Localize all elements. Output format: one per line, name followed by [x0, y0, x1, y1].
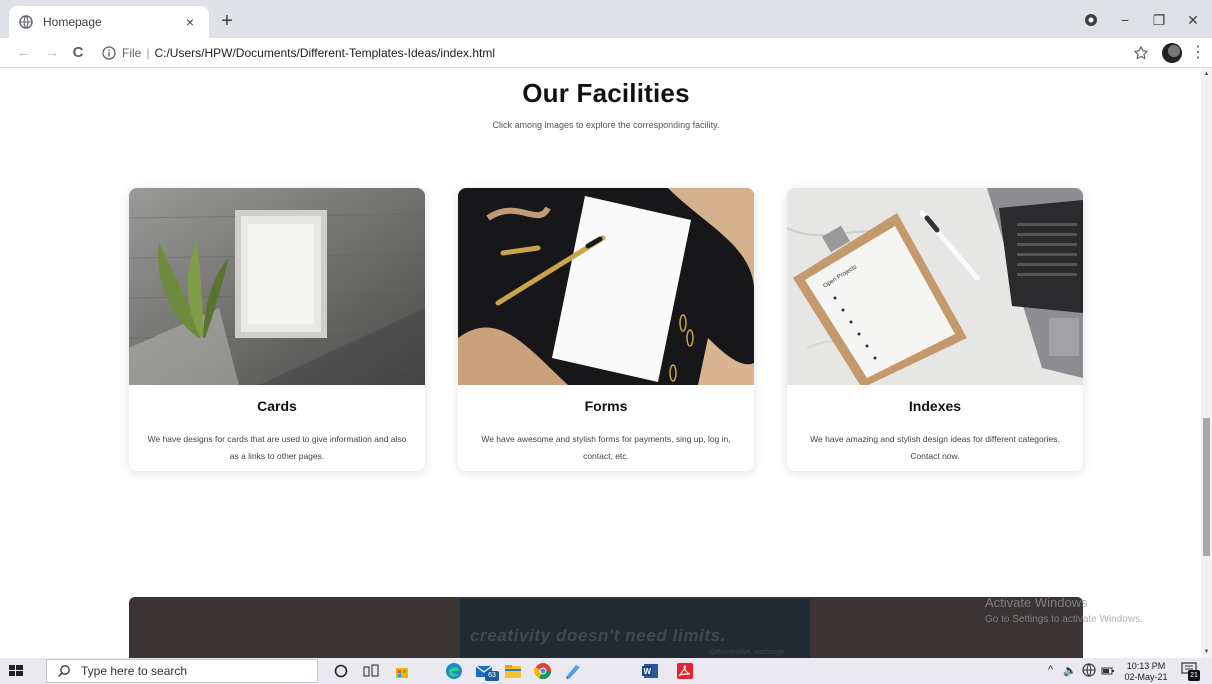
card-title: Forms: [584, 398, 628, 414]
minimize-button[interactable]: −: [1108, 8, 1142, 32]
mail-badge: 63: [485, 671, 499, 681]
chrome-icon[interactable]: [532, 660, 554, 682]
banner-quote: creativity doesn't need limits.: [470, 626, 726, 645]
maximize-button[interactable]: ❐: [1142, 8, 1176, 32]
page-title: Our Facilities: [522, 78, 690, 108]
scroll-down-icon[interactable]: ▼: [1201, 646, 1212, 658]
watermark-line1: Activate Windows: [985, 595, 1088, 610]
address-bar[interactable]: File | C:/Users/HPW/Documents/Different-…: [96, 41, 1156, 65]
paper-and-pen-image[interactable]: [458, 188, 754, 385]
page-viewport: Our Facilities Click among images to exp…: [0, 68, 1201, 658]
new-tab-button[interactable]: +: [216, 10, 238, 32]
address-scheme: File: [122, 46, 142, 60]
clock-date: 02-May-21: [1124, 672, 1168, 682]
clipboard-and-laptop-image[interactable]: Open Projects: [787, 188, 1083, 385]
word-icon[interactable]: W: [639, 660, 661, 682]
windows-taskbar: Type here to search 63 W ^ 🔈 10:13 PM 02…: [0, 658, 1212, 684]
reload-button[interactable]: C: [68, 43, 88, 63]
notification-count: 21: [1188, 670, 1200, 681]
store-icon[interactable]: [391, 660, 413, 682]
card-description: We have amazing and stylish design ideas…: [810, 434, 1060, 461]
browser-menu-button[interactable]: ⋮: [1190, 42, 1206, 64]
facility-card-indexes[interactable]: Open Projects Indexes We have amazing an…: [787, 188, 1083, 471]
task-view-icon[interactable]: [360, 660, 382, 682]
mail-icon[interactable]: 63: [473, 660, 499, 682]
browser-tab[interactable]: Homepage ×: [9, 6, 209, 38]
action-center-icon[interactable]: 21: [1181, 662, 1200, 681]
cortana-icon[interactable]: [330, 660, 352, 682]
page-scrollbar[interactable]: ▲ ▼: [1201, 68, 1212, 658]
info-icon[interactable]: [102, 46, 116, 60]
tray-chevron-icon[interactable]: ^: [1048, 664, 1053, 676]
search-placeholder: Type here to search: [81, 664, 188, 678]
card-title: Cards: [257, 398, 297, 414]
tab-close-icon[interactable]: ×: [181, 14, 199, 30]
network-icon[interactable]: [1082, 663, 1096, 680]
card-description: We have designs for cards that are used …: [147, 434, 407, 461]
windows-start-icon[interactable]: [6, 661, 26, 681]
facility-card-forms[interactable]: Forms We have awesome and stylish forms …: [458, 188, 754, 471]
globe-icon: [19, 15, 33, 29]
system-clock[interactable]: 10:13 PM 02-May-21: [1120, 661, 1172, 683]
forward-button[interactable]: →: [42, 43, 62, 63]
acrobat-icon[interactable]: [674, 660, 696, 682]
file-explorer-icon[interactable]: [502, 660, 524, 682]
edge-icon[interactable]: [443, 660, 465, 682]
page-subtitle: Click among images to explore the corres…: [492, 120, 720, 130]
clock-time: 10:13 PM: [1126, 661, 1166, 671]
battery-icon[interactable]: [1101, 665, 1115, 679]
browser-toolbar: ← → C File | C:/Users/HPW/Documents/Diff…: [0, 38, 1212, 68]
scrollbar-thumb[interactable]: [1203, 418, 1210, 556]
svg-text:W: W: [644, 667, 652, 676]
creativity-banner: creativity doesn't need limits. @thecrea…: [129, 597, 1083, 658]
card-description: We have awesome and stylish forms for pa…: [481, 434, 731, 461]
volume-icon[interactable]: 🔈: [1063, 664, 1077, 677]
picture-frame-image[interactable]: [129, 188, 425, 385]
profile-avatar[interactable]: [1162, 43, 1182, 63]
notes-app-icon[interactable]: [562, 660, 584, 682]
media-record-icon[interactable]: [1084, 13, 1098, 27]
address-separator: |: [146, 46, 150, 60]
address-url[interactable]: C:/Users/HPW/Documents/Different-Templat…: [154, 46, 495, 60]
tab-title: Homepage: [43, 15, 102, 29]
search-icon: [58, 665, 70, 677]
card-title: Indexes: [908, 398, 962, 414]
taskbar-search-box[interactable]: Type here to search: [46, 659, 318, 683]
close-window-button[interactable]: ✕: [1176, 8, 1210, 32]
browser-tab-strip: Homepage × + − ❐ ✕: [0, 0, 1212, 38]
watermark-line2: Go to Settings to activate Windows.: [985, 614, 1143, 625]
banner-handle: @thecreative_exchange: [709, 649, 785, 656]
scroll-up-icon[interactable]: ▲: [1201, 68, 1212, 80]
back-button[interactable]: ←: [14, 43, 34, 63]
facility-card-cards[interactable]: Cards We have designs for cards that are…: [129, 188, 425, 471]
bookmark-star-icon[interactable]: [1133, 45, 1149, 61]
activate-windows-watermark: Activate Windows Go to Settings to activ…: [985, 595, 1185, 625]
